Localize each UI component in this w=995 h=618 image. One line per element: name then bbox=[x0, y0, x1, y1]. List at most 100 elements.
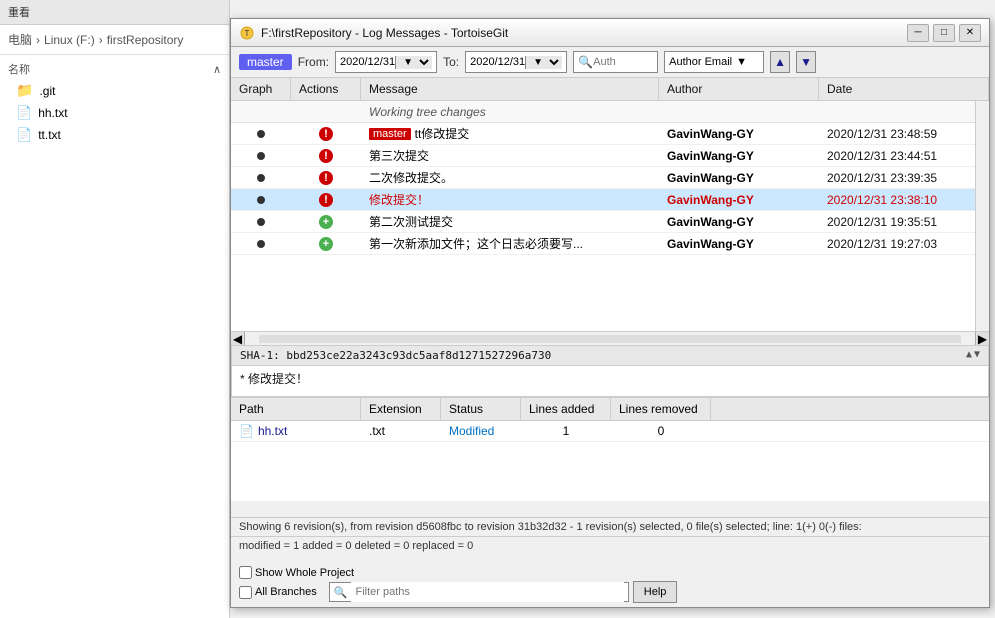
col-author: Author bbox=[659, 78, 819, 100]
message-cell: 二次修改提交。 bbox=[361, 167, 659, 188]
date-cell: 2020/12/31 19:27:03 bbox=[819, 233, 989, 254]
action-cell: + bbox=[291, 211, 361, 232]
nav-item-tt[interactable]: 📄 tt.txt bbox=[0, 124, 229, 146]
from-date-dropdown[interactable]: ▼ bbox=[395, 56, 432, 69]
close-button[interactable]: ✕ bbox=[959, 24, 981, 42]
message-cell: master tt修改提交 bbox=[361, 123, 659, 144]
log-row-selected[interactable]: ! 修改提交！ GavinWang-GY 2020/12/31 23:38:10 bbox=[231, 189, 989, 211]
date-cell: 2020/12/31 23:39:35 bbox=[819, 167, 989, 188]
svg-text:T: T bbox=[245, 29, 250, 38]
sha-scroll-up-button[interactable]: ▲ bbox=[966, 349, 972, 362]
file-status-cell: Modified bbox=[441, 421, 521, 441]
file-col-extension: Extension bbox=[361, 398, 441, 420]
minimize-button[interactable]: ─ bbox=[907, 24, 929, 42]
graph-dot bbox=[257, 130, 265, 138]
breadcrumb-drive[interactable]: Linux (F:) bbox=[44, 33, 95, 47]
scroll-track bbox=[259, 335, 961, 343]
vertical-scrollbar[interactable] bbox=[975, 101, 989, 331]
filter-paths-input[interactable] bbox=[351, 582, 623, 602]
search-input[interactable] bbox=[593, 56, 653, 68]
col-date: Date bbox=[819, 78, 989, 100]
all-branches-input[interactable] bbox=[239, 586, 252, 599]
branch-badge[interactable]: master bbox=[239, 54, 292, 70]
nav-item-label: hh.txt bbox=[38, 106, 67, 120]
all-branches-checkbox[interactable]: All Branches bbox=[239, 586, 317, 599]
file-path-cell: 📄 hh.txt bbox=[231, 421, 361, 441]
to-date-value: 2020/12/31 bbox=[470, 56, 525, 68]
all-branches-label: All Branches bbox=[255, 586, 317, 598]
show-whole-project-label: Show Whole Project bbox=[255, 567, 354, 579]
author-cell: GavinWang-GY bbox=[659, 233, 819, 254]
plus-icon: + bbox=[319, 237, 333, 251]
breadcrumb: 电脑 › Linux (F:) › firstRepository bbox=[0, 25, 229, 55]
action-cell: + bbox=[291, 233, 361, 254]
horizontal-scrollbar[interactable]: ◀ ▶ bbox=[231, 331, 989, 345]
error-icon: ! bbox=[319, 193, 333, 207]
bottom-controls: Show Whole Project bbox=[231, 564, 989, 581]
log-table-header: Graph Actions Message Author Date bbox=[231, 78, 989, 101]
file-lines-removed-cell: 0 bbox=[611, 421, 711, 441]
working-tree-row[interactable]: Working tree changes bbox=[231, 101, 989, 123]
col-actions: Actions bbox=[291, 78, 361, 100]
file-lines-added-cell: 1 bbox=[521, 421, 611, 441]
app-icon: T bbox=[239, 25, 255, 41]
breadcrumb-repo[interactable]: firstRepository bbox=[107, 33, 184, 47]
log-row[interactable]: + 第一次新添加文件；这个日志必须要写... GavinWang-GY 2020… bbox=[231, 233, 989, 255]
from-label: From: bbox=[298, 55, 329, 69]
file-row[interactable]: 📄 hh.txt .txt Modified 1 0 bbox=[231, 421, 989, 442]
up-nav-button[interactable]: ▲ bbox=[770, 51, 790, 73]
nav-item-hh[interactable]: 📄 hh.txt bbox=[0, 102, 229, 124]
nav-item-label: tt.txt bbox=[38, 128, 61, 142]
log-row[interactable]: ! 二次修改提交。 GavinWang-GY 2020/12/31 23:39:… bbox=[231, 167, 989, 189]
nav-item-git[interactable]: 📁 .git bbox=[0, 79, 229, 102]
sha-content: SHA-1: bbd253ce22a3243c93dc5aaf8d1271527… bbox=[240, 349, 551, 362]
date-cell: 2020/12/31 23:44:51 bbox=[819, 145, 989, 166]
scroll-left-button[interactable]: ◀ bbox=[231, 332, 245, 346]
log-row[interactable]: ! 第三次提交 GavinWang-GY 2020/12/31 23:44:51 bbox=[231, 145, 989, 167]
filter-search-icon: 🔍 bbox=[334, 586, 348, 599]
file-col-lines-removed: Lines removed bbox=[611, 398, 711, 420]
help-button[interactable]: Help bbox=[633, 581, 678, 603]
breadcrumb-computer[interactable]: 电脑 bbox=[8, 31, 32, 48]
graph-cell bbox=[231, 233, 291, 254]
message-cell: 修改提交！ bbox=[361, 189, 659, 210]
status-bar-line2: modified = 1 added = 0 deleted = 0 repla… bbox=[231, 536, 989, 555]
nav-header: 名称 ∧ bbox=[0, 59, 229, 79]
col-message: Message bbox=[361, 78, 659, 100]
file-table-body: 📄 hh.txt .txt Modified 1 0 bbox=[231, 421, 989, 501]
filter-input-container[interactable]: 🔍 bbox=[329, 582, 629, 602]
file-col-lines-added: Lines added bbox=[521, 398, 611, 420]
search-icon: 🔍 bbox=[578, 55, 593, 69]
error-icon: ! bbox=[319, 149, 333, 163]
log-row[interactable]: ! master tt修改提交 GavinWang-GY 2020/12/31 … bbox=[231, 123, 989, 145]
sha-label: SHA-1: bbox=[240, 349, 280, 362]
show-whole-project-input[interactable] bbox=[239, 566, 252, 579]
show-whole-project-checkbox[interactable]: Show Whole Project bbox=[239, 566, 354, 579]
author-cell: GavinWang-GY bbox=[659, 211, 819, 232]
error-icon: ! bbox=[319, 171, 333, 185]
file-col-status: Status bbox=[441, 398, 521, 420]
to-date-input[interactable]: 2020/12/31 ▼ bbox=[465, 51, 567, 73]
log-area: Working tree changes ! master tt修改提交 Gav… bbox=[231, 101, 989, 331]
author-cell: GavinWang-GY bbox=[659, 123, 819, 144]
title-bar: T F:\firstRepository - Log Messages - To… bbox=[231, 19, 989, 47]
wt-message: Working tree changes bbox=[361, 101, 659, 122]
window-controls: ─ □ ✕ bbox=[907, 24, 981, 42]
from-date-input[interactable]: 2020/12/31 ▼ bbox=[335, 51, 437, 73]
down-nav-button[interactable]: ▼ bbox=[796, 51, 816, 73]
author-email-dropdown[interactable]: Author Email ▼ bbox=[664, 51, 764, 73]
from-date-value: 2020/12/31 bbox=[340, 56, 395, 68]
search-box[interactable]: 🔍 bbox=[573, 51, 658, 73]
log-row[interactable]: + 第二次测试提交 GavinWang-GY 2020/12/31 19:35:… bbox=[231, 211, 989, 233]
author-cell: GavinWang-GY bbox=[659, 167, 819, 188]
tgit-window: T F:\firstRepository - Log Messages - To… bbox=[230, 18, 990, 608]
author-cell: GavinWang-GY bbox=[659, 189, 819, 210]
scroll-right-button[interactable]: ▶ bbox=[975, 332, 989, 346]
sha-commit-message: * 修改提交！ bbox=[232, 366, 988, 396]
to-date-dropdown[interactable]: ▼ bbox=[525, 56, 562, 69]
filter-row: All Branches 🔍 Help bbox=[231, 581, 989, 603]
action-cell: ! bbox=[291, 167, 361, 188]
maximize-button[interactable]: □ bbox=[933, 24, 955, 42]
file-path-link[interactable]: hh.txt bbox=[258, 424, 287, 438]
sha-scroll-down-button[interactable]: ▼ bbox=[974, 349, 980, 362]
